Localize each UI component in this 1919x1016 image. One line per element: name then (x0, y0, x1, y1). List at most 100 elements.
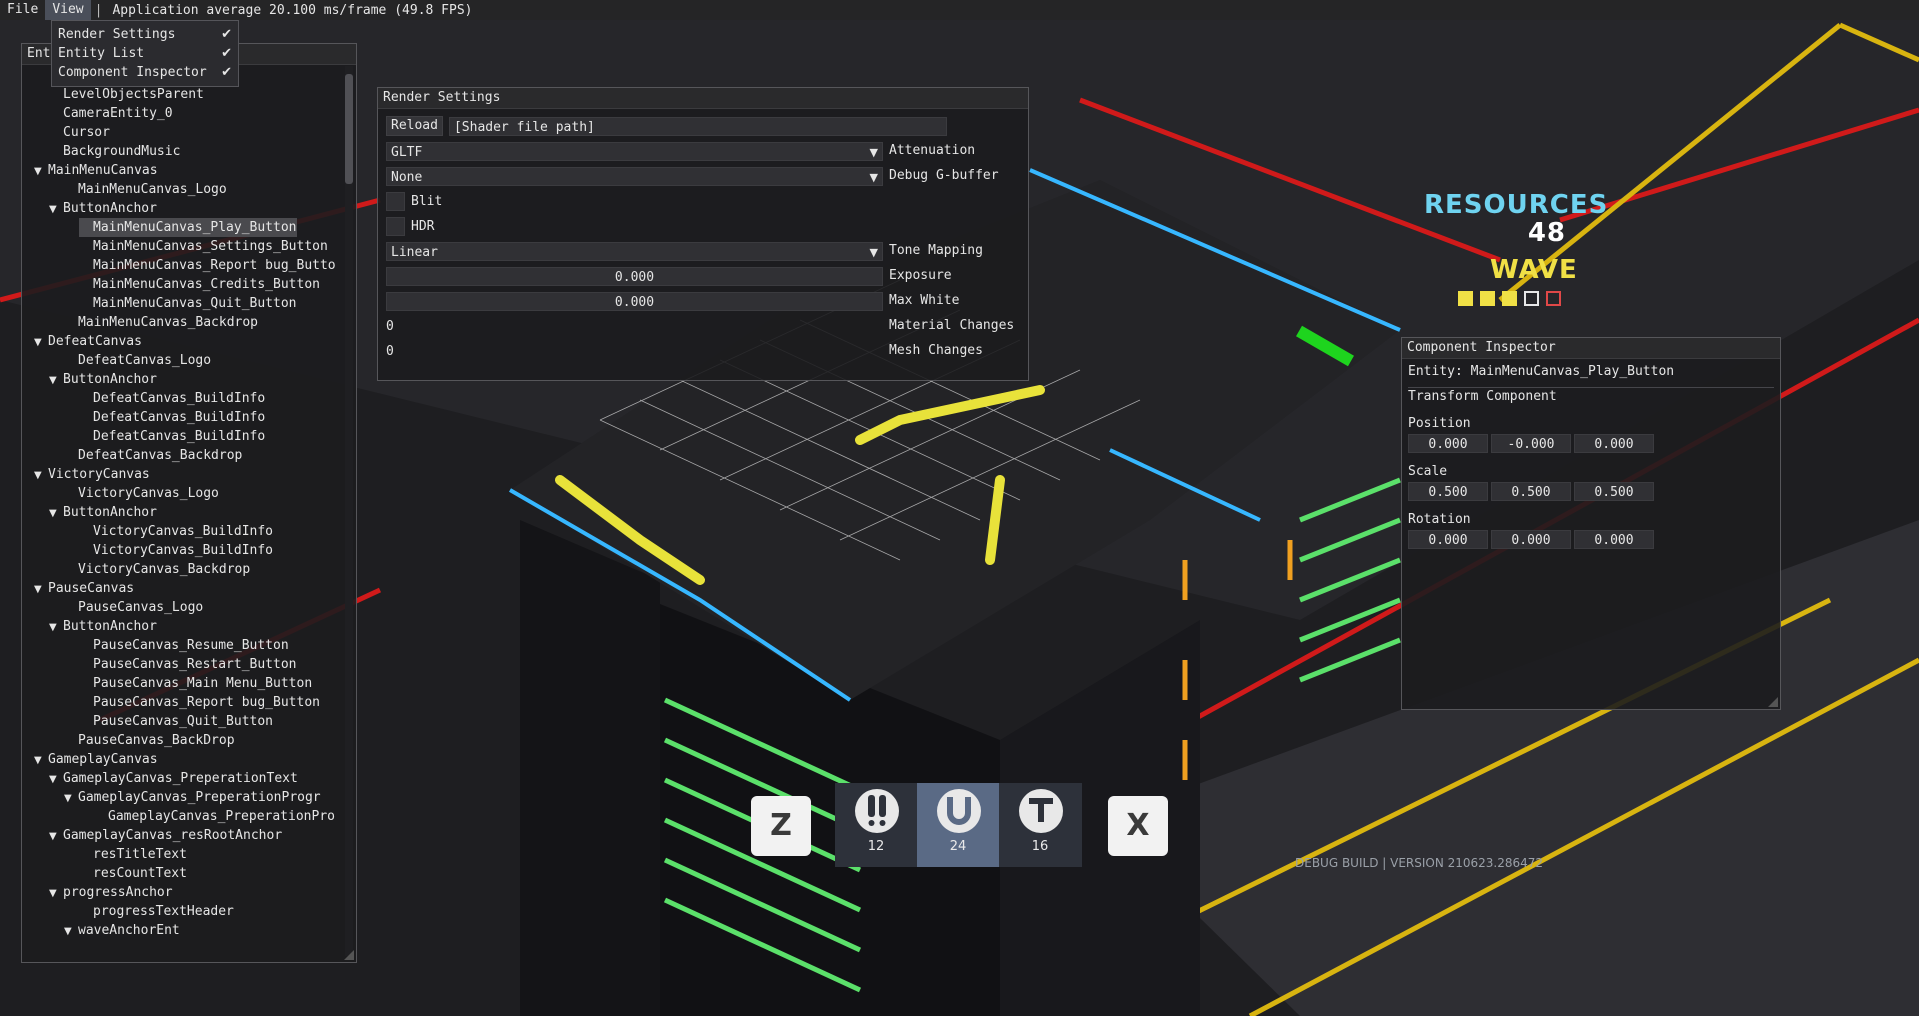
entity-list-scrollbar[interactable] (345, 66, 353, 956)
key-z-button[interactable]: Z (751, 796, 811, 856)
tower-slot-1[interactable]: 12 (835, 783, 917, 867)
tree-node[interactable]: LevelObjectsParent (49, 85, 204, 104)
tree-node[interactable]: VictoryCanvas_Backdrop (64, 560, 250, 579)
tree-node[interactable]: MainMenuCanvas_Logo (64, 180, 227, 199)
rotation-y-input[interactable]: 0.000 (1491, 530, 1571, 549)
tree-node[interactable]: DefeatCanvas_BuildInfo (79, 408, 265, 427)
tree-node[interactable]: ▼ waveAnchorEnt (64, 921, 180, 940)
tree-node[interactable]: ▼ progressAnchor (49, 883, 173, 902)
tree-node[interactable]: PauseCanvas_Main Menu_Button (79, 674, 312, 693)
tree-node[interactable]: DefeatCanvas_BuildInfo (79, 427, 265, 446)
tree-expand-arrow-icon[interactable]: ▼ (49, 827, 63, 846)
menu-view[interactable]: View (45, 0, 91, 20)
double-bar-tower-icon (855, 789, 899, 833)
debug-gbuffer-select[interactable]: None ▼ (386, 166, 883, 186)
resize-grip[interactable] (1768, 697, 1778, 707)
tree-node[interactable]: ▼ GameplayCanvas_PreperationProgr (64, 788, 321, 807)
tree-node[interactable]: PauseCanvas_BackDrop (64, 731, 235, 750)
tree-node[interactable]: BackgroundMusic (49, 142, 180, 161)
view-menu-item-entity-list[interactable]: Entity List ✔ (52, 44, 238, 63)
tower-slot-2[interactable]: 24 (917, 783, 999, 867)
tree-node[interactable]: DefeatCanvas_Logo (64, 351, 211, 370)
view-menu-item-component-inspector[interactable]: Component Inspector ✔ (52, 63, 238, 82)
scale-x-input[interactable]: 0.500 (1408, 482, 1488, 501)
tree-node[interactable]: PauseCanvas_Resume_Button (79, 636, 289, 655)
menu-file[interactable]: File (0, 0, 45, 20)
shader-path-input[interactable]: [Shader file path] (448, 116, 947, 136)
key-x-button[interactable]: X (1108, 796, 1168, 856)
tree-node[interactable]: ▼ ButtonAnchor (49, 199, 157, 218)
max-white-slider[interactable]: 0.000 (386, 291, 883, 311)
tree-node[interactable]: CameraEntity_0 (49, 104, 173, 123)
tree-node[interactable]: ▼ GameplayCanvas_resRootAnchor (49, 826, 282, 845)
component-header[interactable]: Transform Component (1408, 388, 1557, 406)
tree-node[interactable]: ▼ PauseCanvas (34, 579, 134, 598)
scale-fields: 0.500 0.500 0.500 (1408, 482, 1654, 501)
tree-node[interactable]: resCountText (79, 864, 187, 883)
tree-node[interactable]: PauseCanvas_Quit_Button (79, 712, 273, 731)
tone-mapping-value: Linear (391, 244, 438, 260)
tree-node[interactable]: ▼ VictoryCanvas (34, 465, 150, 484)
hdr-checkbox[interactable] (386, 216, 405, 236)
scrollbar-thumb[interactable] (345, 74, 353, 184)
tree-expand-arrow-icon[interactable]: ▼ (64, 922, 78, 941)
scale-z-input[interactable]: 0.500 (1574, 482, 1654, 501)
tree-node[interactable]: ▼ ButtonAnchor (49, 617, 157, 636)
rotation-z-input[interactable]: 0.000 (1574, 530, 1654, 549)
position-y-input[interactable]: -0.000 (1491, 434, 1571, 453)
tree-node[interactable]: resTitleText (79, 845, 187, 864)
tree-expand-arrow-icon[interactable]: ▼ (34, 333, 48, 352)
tree-expand-arrow-icon[interactable]: ▼ (34, 751, 48, 770)
tree-node[interactable]: MainMenuCanvas_Report bug_Butto (79, 256, 336, 275)
tree-node[interactable]: progressTextHeader (79, 902, 234, 921)
tree-node[interactable]: MainMenuCanvas_Credits_Button (79, 275, 320, 294)
tree-expand-arrow-icon[interactable]: ▼ (49, 884, 63, 903)
exposure-slider[interactable]: 0.000 (386, 266, 883, 286)
tree-expand-arrow-icon[interactable]: ▼ (49, 200, 63, 219)
tree-node[interactable]: VictoryCanvas_Logo (64, 484, 219, 503)
reload-button[interactable]: Reload (386, 116, 443, 136)
tree-node[interactable]: GameplayCanvas_PreperationPro (94, 807, 335, 826)
tree-node[interactable]: ▼ GameplayCanvas_PreperationText (49, 769, 298, 788)
attenuation-select[interactable]: GLTF ▼ (386, 141, 883, 161)
tree-expand-arrow-icon[interactable]: ▼ (49, 770, 63, 789)
tree-node[interactable]: DefeatCanvas_Backdrop (64, 446, 242, 465)
tree-node[interactable]: DefeatCanvas_BuildInfo (79, 389, 265, 408)
component-inspector-title[interactable]: Component Inspector (1402, 338, 1780, 359)
view-menu-item-render-settings[interactable]: Render Settings ✔ (52, 25, 238, 44)
tone-mapping-select[interactable]: Linear ▼ (386, 241, 883, 261)
tree-node[interactable]: ▼ GameplayCanvas (34, 750, 158, 769)
tree-node[interactable]: VictoryCanvas_BuildInfo (79, 522, 273, 541)
blit-checkbox[interactable] (386, 191, 405, 211)
tree-node[interactable]: MainMenuCanvas_Quit_Button (79, 294, 297, 313)
tree-expand-arrow-icon[interactable]: ▼ (34, 466, 48, 485)
resize-grip[interactable] (344, 950, 354, 960)
render-settings-title[interactable]: Render Settings (378, 88, 1028, 109)
tower-slot-3[interactable]: 16 (999, 783, 1081, 867)
tree-node[interactable]: ▼ ButtonAnchor (49, 370, 157, 389)
position-z-input[interactable]: 0.000 (1574, 434, 1654, 453)
scale-y-input[interactable]: 0.500 (1491, 482, 1571, 501)
tree-expand-arrow-icon[interactable]: ▼ (34, 580, 48, 599)
tree-expand-arrow-icon[interactable]: ▼ (49, 504, 63, 523)
rotation-x-input[interactable]: 0.000 (1408, 530, 1488, 549)
tree-node[interactable]: ▼ DefeatCanvas (34, 332, 142, 351)
tree-node[interactable]: MainMenuCanvas_Backdrop (64, 313, 258, 332)
tree-node[interactable]: PauseCanvas_Logo (64, 598, 203, 617)
view-menu-item-label: Render Settings (58, 27, 176, 42)
tree-expand-arrow-icon[interactable]: ▼ (49, 618, 63, 637)
tree-node[interactable]: ▼ ButtonAnchor (49, 503, 157, 522)
tree-node[interactable]: VictoryCanvas_BuildInfo (79, 541, 273, 560)
position-x-input[interactable]: 0.000 (1408, 434, 1488, 453)
tree-node[interactable]: MainMenuCanvas_Settings_Button (79, 237, 328, 256)
tree-node[interactable]: Cursor (49, 123, 110, 142)
tree-expand-arrow-icon[interactable]: ▼ (64, 789, 78, 808)
tree-node[interactable]: ▼ MainMenuCanvas (34, 161, 158, 180)
tree-node[interactable]: PauseCanvas_Report bug_Button (79, 693, 320, 712)
tree-expand-arrow-icon[interactable]: ▼ (34, 162, 48, 181)
checkmark-icon: ✔ (221, 65, 232, 80)
tree-expand-arrow-icon[interactable]: ▼ (49, 371, 63, 390)
tree-node[interactable]: MainMenuCanvas_Play_Button (79, 218, 297, 237)
tree-node[interactable]: PauseCanvas_Restart_Button (79, 655, 297, 674)
tree-node-label: LevelObjectsParent (63, 87, 204, 102)
